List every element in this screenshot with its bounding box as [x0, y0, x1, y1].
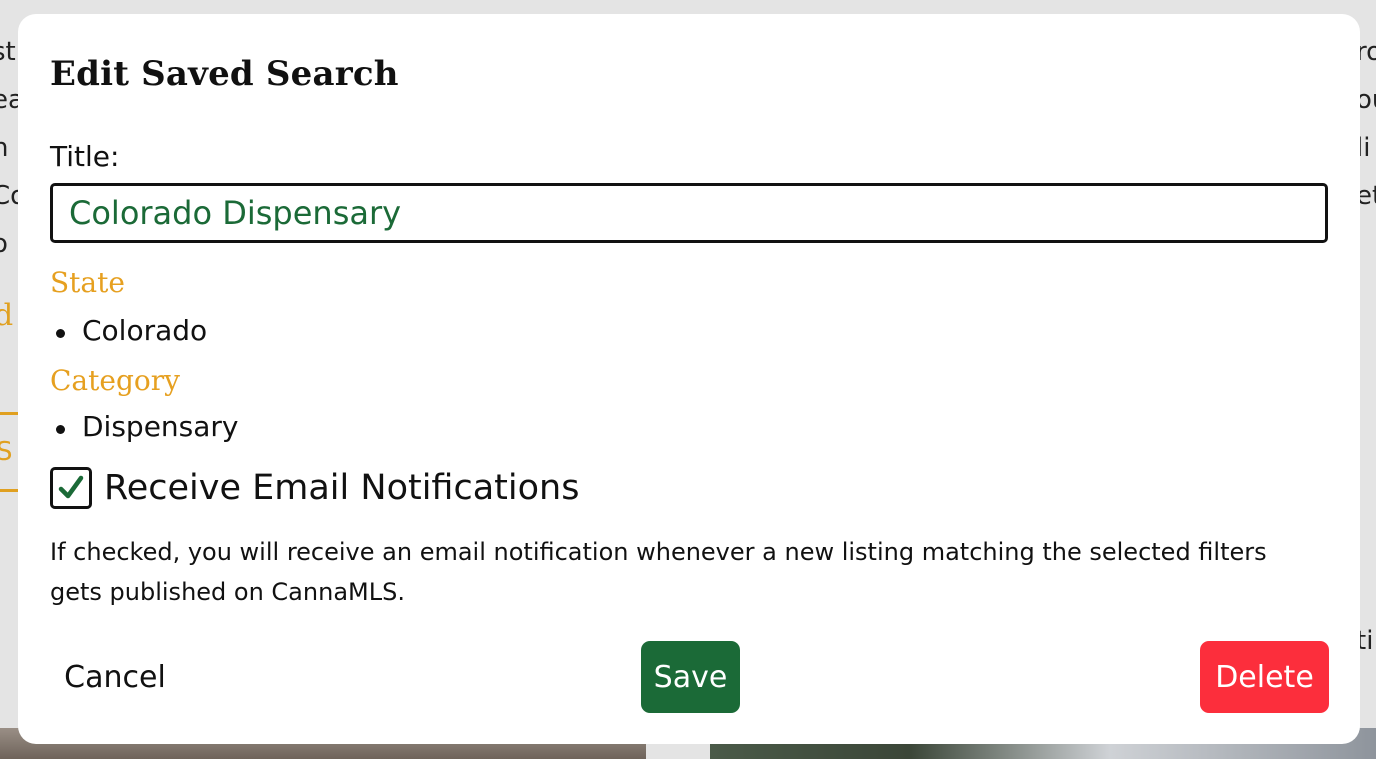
email-notifications-row: Receive Email Notifications [50, 466, 579, 510]
category-heading: Category [50, 364, 180, 397]
cancel-button[interactable]: Cancel [48, 641, 182, 713]
background-tab-label: S [0, 437, 13, 467]
category-filter-list: Dispensary [50, 410, 239, 443]
title-input[interactable] [50, 183, 1328, 243]
title-field-label: Title: [50, 140, 120, 173]
state-filter-list: Colorado [50, 314, 207, 347]
email-notifications-label[interactable]: Receive Email Notifications [104, 468, 579, 508]
edit-saved-search-modal: Edit Saved Search Title: State Colorado … [18, 14, 1360, 744]
list-item: Colorado [50, 314, 207, 347]
background-tab: S [0, 412, 18, 492]
state-heading: State [50, 266, 125, 299]
list-item: Dispensary [50, 410, 239, 443]
save-button[interactable]: Save [641, 641, 740, 713]
email-notifications-checkbox[interactable] [50, 467, 92, 509]
background-accent-text: d [0, 298, 14, 333]
delete-button[interactable]: Delete [1200, 641, 1329, 713]
check-icon [58, 475, 84, 499]
email-notifications-help: If checked, you will receive an email no… [50, 538, 1267, 606]
modal-title: Edit Saved Search [50, 54, 399, 94]
